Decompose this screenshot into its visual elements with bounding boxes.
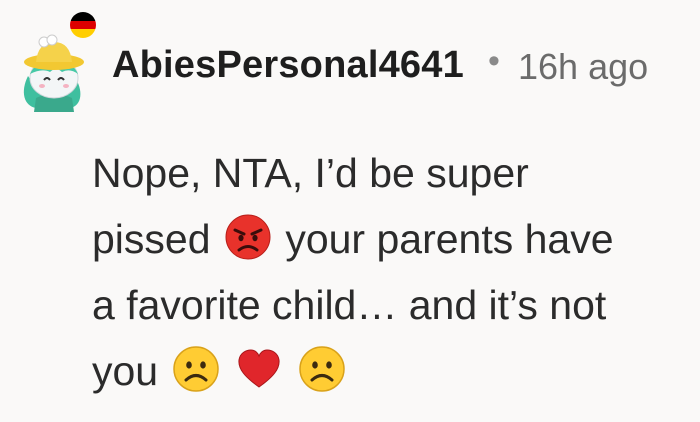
angry-face-icon <box>224 213 272 261</box>
comment-text: you <box>92 348 159 394</box>
timestamp[interactable]: 16h ago <box>518 46 648 88</box>
comment-text: pissed <box>92 216 211 262</box>
frowning-face-icon <box>298 345 346 393</box>
snoo-avatar-icon[interactable] <box>14 32 94 112</box>
comment-header: AbiesPersonal4641 • 16h ago <box>8 6 688 116</box>
frowning-face-icon <box>172 345 220 393</box>
comment-line: pissed your parents have <box>92 206 692 272</box>
comment-line: a favorite child… and it’s not <box>92 282 607 328</box>
comment-card: AbiesPersonal4641 • 16h ago Nope, NTA, I… <box>0 0 700 422</box>
red-heart-icon <box>235 345 283 393</box>
comment-line: Nope, NTA, I’d be super <box>92 150 529 196</box>
germany-flag-icon <box>70 12 96 38</box>
comment-text: your parents have <box>285 216 614 262</box>
comment-line: you <box>92 338 692 404</box>
meta-separator: • <box>488 42 500 80</box>
username-link[interactable]: AbiesPersonal4641 <box>112 44 464 87</box>
avatar-container[interactable] <box>8 6 108 116</box>
comment-body: Nope, NTA, I’d be super pissed your pare… <box>92 140 692 404</box>
